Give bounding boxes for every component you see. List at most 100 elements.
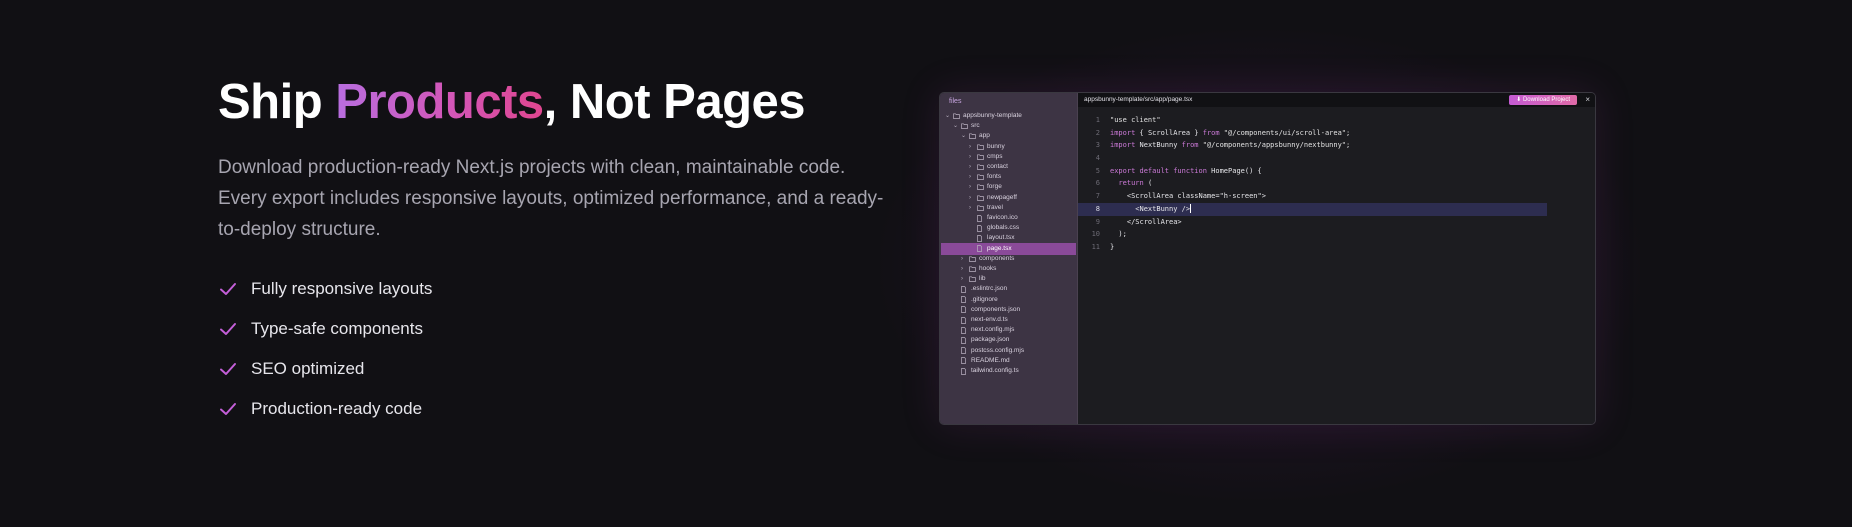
code-line: 6 return ( (1078, 177, 1595, 190)
check-icon (218, 359, 238, 379)
code-line: 9 </ScrollArea> (1078, 216, 1595, 229)
file-icon (977, 235, 987, 242)
close-icon[interactable]: × (1585, 93, 1590, 107)
feature-item: Production-ready code (218, 389, 898, 429)
code-token: from (1181, 141, 1199, 150)
folder-icon (969, 256, 979, 262)
file-explorer-header: files (949, 98, 962, 105)
file-icon (961, 286, 971, 293)
file-explorer: files ⌄ appsbunny-template ⌄ src ⌄ app › bunny ›… (940, 93, 1078, 424)
folder-icon (961, 123, 971, 130)
feature-label: SEO optimized (251, 359, 365, 378)
folder-icon (969, 266, 979, 272)
code-line: 2 import { ScrollArea } from "@/component… (1078, 127, 1595, 140)
file-icon (977, 214, 987, 222)
code-token: "@/components/appsbunny/nextbunny"; (1198, 141, 1351, 150)
folder-icon (969, 276, 979, 283)
code-token: } (1110, 242, 1115, 251)
code-token: </ScrollArea> (1110, 217, 1182, 226)
code-token: export default function (1110, 166, 1207, 175)
code-text: } (1110, 241, 1114, 254)
folder-icon (977, 164, 987, 170)
code-token: { ScrollArea } (1135, 128, 1203, 137)
code-token: <NextBunny /> (1110, 204, 1191, 213)
code-line: 1 "use client" (1078, 114, 1595, 127)
file-path: appsbunny-template/src/app/page.tsx (1084, 96, 1193, 103)
code-text: export default function HomePage() { (1110, 165, 1262, 178)
code-token: import (1110, 141, 1136, 150)
file-icon (961, 306, 971, 314)
code-text: "use client" (1110, 114, 1161, 127)
feature-item: Type-safe components (218, 309, 898, 349)
code-text: import { ScrollArea } from "@/components… (1110, 127, 1350, 140)
feature-label: Type-safe components (251, 319, 423, 338)
line-number: 10 (1091, 230, 1100, 239)
folder-icon (977, 195, 987, 201)
folder-icon (977, 174, 987, 181)
code-line: 11} (1078, 241, 1595, 254)
code-text: ); (1110, 228, 1127, 241)
feature-item: SEO optimized (218, 349, 898, 389)
download-icon: ⬇ (1516, 97, 1523, 103)
code-line: 5 export default function HomePage() { (1078, 165, 1595, 178)
download-project-button[interactable]: ⬇ Download Project (1509, 95, 1577, 105)
check-icon (218, 279, 238, 299)
line-number: 1 (1095, 116, 1100, 124)
line-number: 2 (1095, 128, 1100, 137)
code-text: <ScrollArea className="h-screen"> (1110, 190, 1266, 203)
code-token: "@/components/ui/scroll-area"; (1219, 128, 1351, 137)
check-icon (218, 319, 238, 339)
folder-icon (977, 184, 987, 191)
title-part-2: , Not Pages (543, 75, 806, 129)
code-token: <ScrollArea className="h-screen"> (1110, 192, 1266, 201)
feature-label: Fully responsive layouts (251, 279, 433, 298)
code-area[interactable]: 1 "use client" 2 import { ScrollArea } from… (1078, 114, 1595, 254)
code-line: 4 (1078, 152, 1595, 165)
code-token: ); (1110, 230, 1127, 239)
folder-icon (977, 154, 987, 160)
editor-titlebar: appsbunny-template/src/app/page.tsx ⬇ Do… (1078, 93, 1595, 107)
file-icon (961, 357, 971, 365)
file-icon (961, 316, 971, 324)
line-number: 4 (1095, 154, 1100, 163)
code-line: 10 ); (1078, 228, 1595, 241)
feature-item: Fully responsive layouts (218, 269, 898, 309)
folder-icon (977, 144, 987, 150)
code-text: </ScrollArea> (1110, 216, 1182, 229)
file-icon (961, 367, 971, 375)
line-number: 7 (1095, 192, 1100, 201)
code-token: return (1118, 179, 1144, 188)
code-line: 7 <ScrollArea className="h-screen"> (1078, 190, 1595, 203)
line-number: 6 (1095, 179, 1100, 188)
code-text: import NextBunny from "@/components/apps… (1110, 139, 1350, 152)
file-icon (977, 224, 987, 232)
line-number: 9 (1095, 217, 1100, 226)
hero-description: Download production-ready Next.js projec… (218, 157, 884, 240)
code-token: NextBunny (1135, 141, 1182, 150)
line-number: 3 (1095, 141, 1100, 150)
download-button-label: Download Project (1522, 97, 1570, 103)
title-highlight: Products (335, 75, 544, 129)
folder-icon (969, 133, 979, 140)
text-cursor (1190, 204, 1192, 214)
line-number: 8 (1095, 204, 1100, 213)
hero-title: Ship Products, Not Pages (218, 72, 898, 132)
code-line: 3 import NextBunny from "@/components/app… (1078, 139, 1595, 152)
code-token: import (1110, 128, 1136, 137)
code-line: 8 <NextBunny /> (1078, 202, 1547, 216)
line-number: 11 (1091, 242, 1100, 251)
title-part-1: Ship (218, 75, 336, 129)
file-icon (977, 245, 987, 252)
folder-icon (953, 113, 963, 119)
feature-label: Production-ready code (251, 399, 423, 418)
tree-item-label: tailwind.config.ts (971, 367, 1019, 374)
code-token: "use client" (1110, 116, 1161, 124)
check-icon (218, 399, 238, 419)
code-text: return ( (1110, 177, 1152, 190)
file-icon (961, 337, 971, 344)
tree-file[interactable]: tailwind.config.ts (941, 365, 1076, 377)
code-editor-window: files ⌄ appsbunny-template ⌄ src ⌄ app › bunny ›… (939, 92, 1596, 425)
folder-icon (977, 205, 987, 211)
line-number: 5 (1095, 166, 1100, 175)
code-token: ( (1143, 179, 1153, 188)
